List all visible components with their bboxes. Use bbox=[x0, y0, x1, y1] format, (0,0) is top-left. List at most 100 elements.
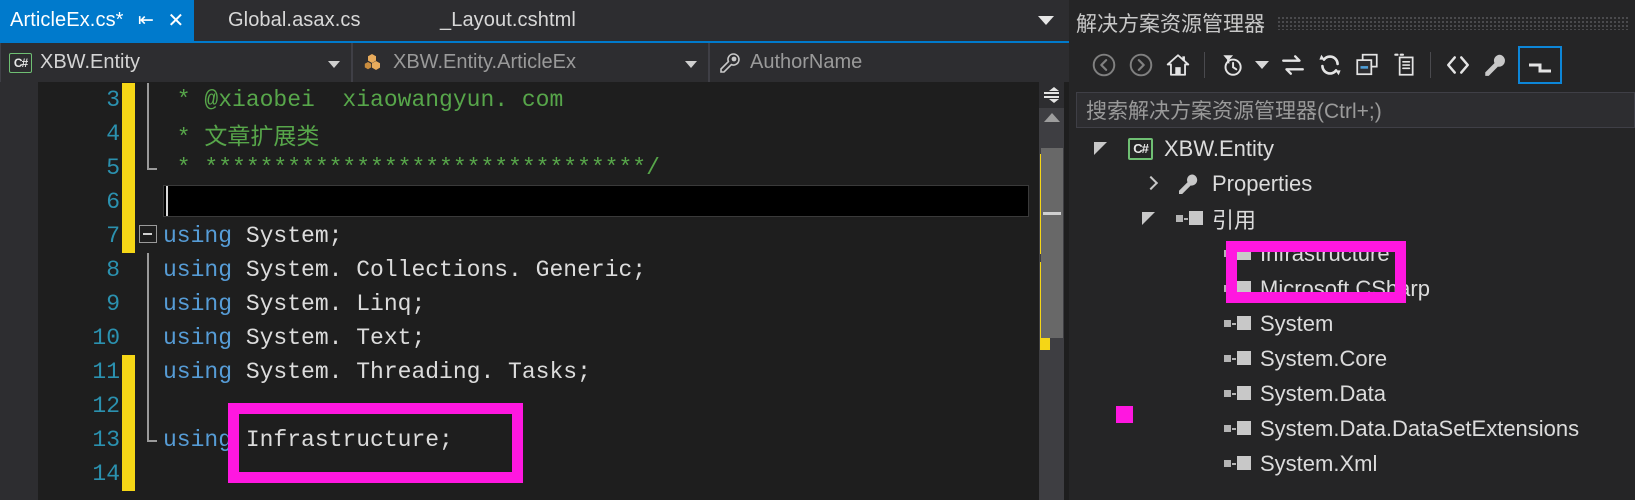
scroll-up-arrow-icon[interactable] bbox=[1044, 113, 1060, 122]
scrollbar-thumb-grip bbox=[1043, 212, 1061, 215]
show-all-files-icon bbox=[1393, 53, 1414, 76]
tree-expand-toggle-expanded[interactable] bbox=[1094, 142, 1107, 155]
properties-wrench-icon bbox=[1484, 54, 1505, 76]
code-line[interactable]: using System. Threading. Tasks; bbox=[0, 355, 1069, 389]
change-bar bbox=[122, 457, 135, 491]
forward-button[interactable] bbox=[1122, 47, 1159, 83]
tree-item[interactable]: Properties bbox=[1076, 166, 1635, 201]
code-comment: * @xiaobei xiaowangyun. com bbox=[163, 87, 564, 113]
outlining-margin[interactable] bbox=[137, 185, 161, 219]
chevron-down-icon bbox=[1038, 16, 1054, 25]
tab-label: Global.asax.cs bbox=[228, 9, 361, 31]
view-code-button[interactable] bbox=[1439, 47, 1476, 83]
title-dot-pattern bbox=[1277, 16, 1629, 30]
tree-item-label: Properties bbox=[1212, 170, 1313, 196]
class-icon bbox=[364, 53, 380, 70]
split-view-icon[interactable] bbox=[1039, 82, 1064, 108]
code-identifier: System. Threading. Tasks; bbox=[232, 359, 591, 385]
show-all-files-button[interactable] bbox=[1385, 47, 1422, 83]
code-line[interactable]: using System. Text; bbox=[0, 321, 1069, 355]
solution-explorer-header: 解决方案资源管理器 bbox=[1076, 5, 1635, 41]
code-line[interactable]: using Infrastructure; bbox=[0, 423, 1069, 457]
tree-item[interactable]: Microsoft.CSharp bbox=[1076, 271, 1635, 306]
filter-dropdown-button[interactable] bbox=[1250, 47, 1274, 83]
code-keyword: using bbox=[163, 223, 233, 249]
navbar-project-dropdown[interactable]: C# XBW.Entity bbox=[0, 43, 352, 82]
code-line[interactable]: using System. Linq; bbox=[0, 287, 1069, 321]
csharp-project-icon: C# bbox=[9, 52, 32, 73]
outlining-margin[interactable] bbox=[137, 389, 161, 423]
outlining-margin[interactable] bbox=[137, 457, 161, 491]
navbar-member-dropdown[interactable]: AuthorName bbox=[709, 43, 1069, 82]
sync-with-active-document-button[interactable] bbox=[1274, 47, 1311, 83]
tree-item[interactable]: System bbox=[1076, 306, 1635, 341]
reference-icon bbox=[1224, 314, 1251, 334]
code-identifier: Infrastructure; bbox=[232, 427, 453, 453]
properties-button[interactable] bbox=[1476, 47, 1513, 83]
code-line[interactable]: * 文章扩展类 bbox=[0, 117, 1069, 151]
close-icon[interactable]: ✕ bbox=[167, 11, 184, 31]
tree-item[interactable]: System.Data bbox=[1076, 376, 1635, 411]
view-code-icon bbox=[1446, 56, 1469, 74]
collapse-pane-button[interactable] bbox=[1518, 46, 1562, 84]
pin-icon[interactable]: ⇥ bbox=[138, 10, 154, 31]
visual-studio-window: ArticleEx.cs* ⇥ ✕ Global.asax.cs _Layout… bbox=[0, 0, 1635, 500]
reference-icon bbox=[1224, 244, 1251, 264]
solution-explorer-tree: C# XBW.Entity Properties 引用 Infrastructure Mi… bbox=[1076, 131, 1635, 500]
code-identifier: System; bbox=[232, 223, 343, 249]
scrollbar-thumb[interactable] bbox=[1041, 148, 1063, 338]
code-line[interactable]: using System. Collections. Generic; bbox=[0, 253, 1069, 287]
tree-item-label: 引用 bbox=[1212, 207, 1257, 233]
sync-with-active-document-icon bbox=[1281, 55, 1304, 75]
code-keyword: using bbox=[163, 325, 233, 351]
solution-explorer-search-input[interactable]: 搜索解决方案资源管理器(Ctrl+;) bbox=[1076, 92, 1635, 128]
line-number: 6 bbox=[106, 189, 120, 215]
tree-item[interactable]: Infrastructure bbox=[1076, 236, 1635, 271]
solution-explorer-toolbar bbox=[1076, 43, 1635, 87]
tree-item-label: Microsoft.CSharp bbox=[1260, 275, 1430, 301]
filter-dropdown-chevron-icon bbox=[1255, 61, 1269, 69]
chevron-down-icon bbox=[328, 60, 340, 68]
tab-global-asax-cs[interactable]: Global.asax.cs bbox=[218, 0, 371, 41]
editor-tab-strip: ArticleEx.cs* ⇥ ✕ Global.asax.cs _Layout… bbox=[0, 0, 1069, 41]
tree-item[interactable]: System.Data.DataSetExtensions bbox=[1076, 411, 1635, 446]
tab-layout-cshtml[interactable]: _Layout.cshtml bbox=[430, 0, 586, 41]
properties-wrench-icon bbox=[1176, 172, 1200, 196]
navbar-member-label: AuthorName bbox=[750, 51, 863, 73]
refresh-button[interactable] bbox=[1311, 47, 1348, 83]
tab-label: _Layout.cshtml bbox=[440, 9, 576, 31]
code-comment: * 文章扩展类 bbox=[163, 125, 320, 151]
reference-icon bbox=[1176, 209, 1203, 229]
toolbar-separator bbox=[1430, 52, 1431, 78]
navbar-project-label: XBW.Entity bbox=[40, 51, 141, 73]
tree-item[interactable]: System.Xml bbox=[1076, 446, 1635, 481]
tree-expand-toggle-expanded[interactable] bbox=[1142, 212, 1155, 225]
code-line[interactable]: * @xiaobei xiaowangyun. com bbox=[0, 83, 1069, 117]
tree-expand-toggle-collapsed[interactable] bbox=[1143, 175, 1159, 192]
pending-changes-filter-button[interactable] bbox=[1213, 47, 1250, 83]
code-line[interactable]: * ********************************/ bbox=[0, 151, 1069, 185]
code-comment: * ********************************/ bbox=[163, 155, 660, 181]
solution-explorer-title: 解决方案资源管理器 bbox=[1076, 13, 1265, 36]
navbar-type-label: XBW.Entity.ArticleEx bbox=[393, 51, 577, 73]
forward-icon bbox=[1129, 53, 1152, 77]
tab-overflow-button[interactable] bbox=[1029, 0, 1063, 41]
change-bar bbox=[122, 185, 135, 219]
navbar-type-dropdown[interactable]: XBW.Entity.ArticleEx bbox=[352, 43, 709, 82]
tab-articleex-cs[interactable]: ArticleEx.cs* ⇥ ✕ bbox=[0, 0, 195, 41]
code-editor-surface[interactable]: 3 * @xiaobei xiaowangyun. com 4 * 文章扩展类 5 … bbox=[0, 82, 1069, 500]
toolbar-separator bbox=[1204, 52, 1205, 78]
text-caret bbox=[166, 186, 168, 216]
home-button[interactable] bbox=[1159, 47, 1196, 83]
back-icon bbox=[1092, 53, 1115, 77]
collapse-all-button[interactable] bbox=[1348, 47, 1385, 83]
reference-icon bbox=[1224, 454, 1251, 474]
tree-item[interactable]: C# XBW.Entity bbox=[1076, 131, 1635, 166]
back-button[interactable] bbox=[1085, 47, 1122, 83]
home-icon bbox=[1166, 54, 1189, 76]
tree-item-label: System.Data bbox=[1260, 380, 1386, 406]
tree-item[interactable]: System.Core bbox=[1076, 341, 1635, 376]
code-line[interactable]: using System; bbox=[0, 219, 1069, 253]
tree-item[interactable]: 引用 bbox=[1076, 201, 1635, 236]
tree-item-label: System.Xml bbox=[1260, 450, 1378, 476]
